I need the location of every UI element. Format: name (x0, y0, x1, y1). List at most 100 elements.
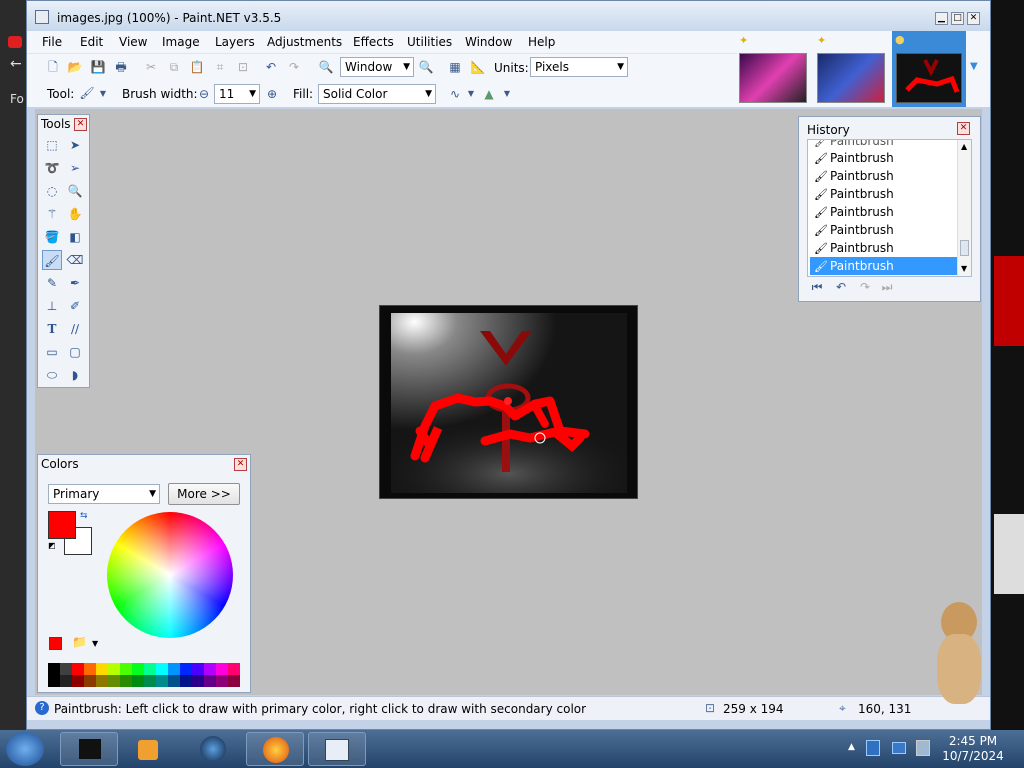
menu-edit[interactable]: Edit (80, 35, 103, 49)
palette-swatch[interactable] (48, 663, 60, 675)
tabs-scroll-icon[interactable]: ▼ (970, 61, 978, 72)
open-file-icon[interactable]: 📂 (67, 59, 83, 75)
palette-swatch[interactable] (180, 663, 192, 675)
palette-swatch[interactable] (132, 663, 144, 675)
palette-swatch[interactable] (132, 675, 144, 687)
close-icon[interactable]: ✕ (74, 118, 87, 131)
palette-swatch[interactable] (192, 663, 204, 675)
color-wheel[interactable] (107, 512, 233, 638)
menu-view[interactable]: View (119, 35, 147, 49)
menu-adjustments[interactable]: Adjustments (267, 35, 342, 49)
menu-help[interactable]: Help (528, 35, 555, 49)
palette-swatch[interactable] (168, 663, 180, 675)
zoom-out-icon[interactable]: 🔍 (318, 59, 334, 75)
taskbar-app-firefox[interactable] (246, 732, 304, 766)
taskbar-app-terminal[interactable] (60, 732, 118, 766)
menu-layers[interactable]: Layers (215, 35, 255, 49)
chevron-down-icon[interactable]: ▼ (95, 86, 111, 102)
history-list[interactable]: 🖌 Paintbrush 🖌 Paintbrush 🖌 Paintbrush 🖌 Pai… (807, 139, 972, 277)
close-icon[interactable]: ✕ (957, 122, 970, 135)
move-selection-icon[interactable]: ➢ (65, 158, 85, 178)
palette-swatch[interactable] (228, 675, 240, 687)
units-combobox[interactable]: Pixels ▼ (530, 57, 628, 77)
palette-swatch[interactable] (144, 663, 156, 675)
ellipse-icon[interactable]: ⬭ (42, 365, 62, 385)
start-button[interactable] (6, 732, 44, 766)
palette-swatch[interactable] (48, 675, 60, 687)
primary-color-swatch[interactable] (48, 511, 76, 539)
zoom-combobox[interactable]: Window ▼ (340, 57, 414, 77)
gradient-icon[interactable]: ◧ (65, 227, 85, 247)
palette-swatch[interactable] (228, 663, 240, 675)
menu-image[interactable]: Image (162, 35, 200, 49)
swap-colors-icon[interactable]: ⇆ (80, 511, 88, 521)
color-mode-combobox[interactable]: Primary ▼ (48, 484, 160, 504)
zoom-icon[interactable]: 🔍 (65, 181, 85, 201)
palette-swatch[interactable] (156, 663, 168, 675)
paintbrush-tool-icon[interactable]: 🖌 (79, 85, 95, 101)
scroll-down-icon[interactable]: ▼ (961, 264, 967, 273)
chevron-down-icon[interactable]: ▼ (463, 86, 479, 102)
palette-swatch[interactable] (60, 675, 72, 687)
history-item[interactable]: 🖌 Paintbrush (810, 203, 958, 221)
recolor-icon[interactable]: ✐ (65, 296, 85, 316)
brush-width-combobox[interactable]: 11 ▼ (214, 84, 260, 104)
eraser-icon[interactable]: ⌫ (65, 250, 85, 270)
active-image-tab[interactable]: ● (892, 31, 966, 107)
palette-swatch[interactable] (96, 675, 108, 687)
close-icon[interactable]: ✕ (234, 458, 247, 471)
rectangle-select-icon[interactable]: ⬚ (42, 135, 62, 155)
minimize-button[interactable]: ▁ (935, 12, 948, 25)
line-curve-icon[interactable]: ∕∕ (65, 319, 85, 339)
color-palette[interactable] (48, 663, 240, 687)
grid-icon[interactable]: ▦ (447, 59, 463, 75)
undo-icon[interactable]: ↶ (263, 59, 279, 75)
menu-file[interactable]: File (42, 35, 62, 49)
palette-swatch[interactable] (108, 663, 120, 675)
history-item-selected[interactable]: 🖌 Paintbrush (810, 257, 958, 275)
palette-swatch[interactable] (192, 675, 204, 687)
taskbar-app-globe[interactable] (184, 732, 242, 766)
freeform-shape-icon[interactable]: ◗ (65, 365, 85, 385)
alpha-blending-icon[interactable]: ▲ (481, 86, 497, 102)
image-tab-thumbnail[interactable] (739, 53, 807, 103)
history-item[interactable]: 🖌 Paintbrush (810, 149, 958, 167)
palette-swatch[interactable] (60, 663, 72, 675)
taskbar-app-paintnet[interactable] (308, 732, 366, 766)
palette-swatch[interactable] (84, 663, 96, 675)
paint-bucket-icon[interactable]: 🪣 (42, 227, 62, 247)
tray-app-icon[interactable] (866, 740, 880, 756)
image-canvas[interactable] (379, 305, 638, 499)
rounded-rectangle-icon[interactable]: ▢ (65, 342, 85, 362)
print-icon[interactable]: 🖶 (113, 59, 129, 75)
decrease-width-icon[interactable]: ⊖ (196, 86, 212, 102)
palette-menu-icon[interactable]: 📁 (72, 635, 87, 649)
magic-wand-icon[interactable]: ⚚ (42, 204, 62, 224)
menu-utilities[interactable]: Utilities (407, 35, 452, 49)
palette-swatch[interactable] (72, 663, 84, 675)
menu-window[interactable]: Window (465, 35, 512, 49)
increase-width-icon[interactable]: ⊕ (264, 86, 280, 102)
zoom-in-icon[interactable]: 🔍 (418, 59, 434, 75)
palette-swatch[interactable] (204, 663, 216, 675)
palette-swatch[interactable] (108, 675, 120, 687)
palette-swatch[interactable] (72, 675, 84, 687)
palette-swatch[interactable] (96, 663, 108, 675)
paintbrush-icon[interactable]: 🖌 (42, 250, 62, 270)
cut-icon[interactable]: ✂ (143, 59, 159, 75)
deselect-icon[interactable]: ⊡ (235, 59, 251, 75)
save-icon[interactable]: 💾 (90, 59, 106, 75)
chevron-down-icon[interactable]: ▼ (92, 639, 98, 648)
scroll-thumb[interactable] (960, 240, 969, 256)
palette-swatch[interactable] (168, 675, 180, 687)
new-file-icon[interactable]: 🗋 (45, 59, 61, 75)
show-hidden-icons[interactable]: ▲ (848, 742, 855, 752)
clock[interactable]: 2:45 PM 10/7/2024 (940, 734, 1006, 764)
lasso-select-icon[interactable]: ➰ (42, 158, 62, 178)
chevron-down-icon[interactable]: ▼ (499, 86, 515, 102)
palette-swatch[interactable] (204, 675, 216, 687)
redo-icon[interactable]: ↷ (286, 59, 302, 75)
history-item[interactable]: 🖌 Paintbrush (810, 167, 958, 185)
move-selected-icon[interactable]: ➤ (65, 135, 85, 155)
crop-icon[interactable]: ⌗ (212, 59, 228, 75)
